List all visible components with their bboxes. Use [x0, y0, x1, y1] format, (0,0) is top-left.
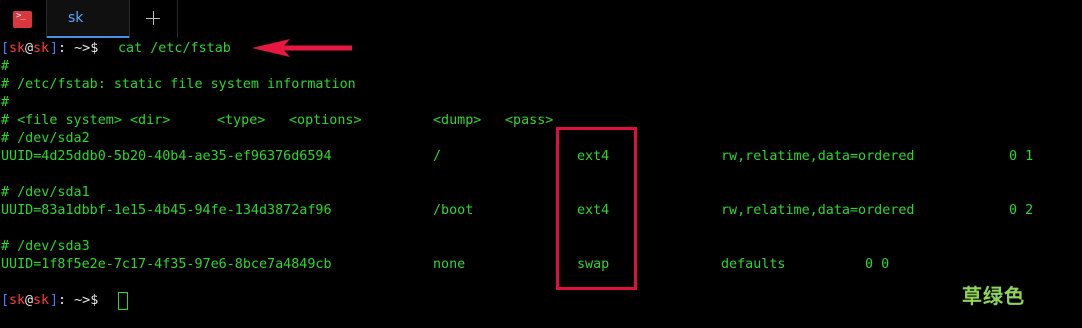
prompt-close-bracket: ] [50, 41, 59, 56]
fstab-comment: # [1, 95, 10, 110]
entry-options: defaults [721, 257, 786, 272]
tab-bar: >_ sk [0, 0, 1082, 38]
fstab-comment: # [1, 59, 10, 74]
entry-dump-pass: 0 2 [1009, 203, 1034, 218]
fstab-entry-comment: # /dev/sda1 [1, 185, 90, 200]
terminal-cursor[interactable] [118, 292, 128, 310]
fstab-column-header: # <file system> <dir> <type> <options> <… [1, 112, 1081, 130]
column-type: <type> [217, 113, 266, 128]
tab-label: sk [68, 10, 84, 26]
prompt-user: sk [9, 41, 26, 56]
arrow-shaft [282, 45, 352, 51]
fstab-entry-comment: # /dev/sda3 [1, 239, 90, 254]
plus-icon-vertical [153, 11, 154, 25]
entry-dir: / [433, 149, 442, 164]
new-tab-button[interactable] [129, 0, 177, 38]
entry-dir: none [433, 257, 466, 272]
column-file-system-dir: # <file system> <dir> [1, 113, 171, 128]
column-dump: <dump> [433, 113, 482, 128]
entry-options: rw,relatime,data=ordered [721, 149, 915, 164]
prompt-suffix: : ~>$ [58, 293, 107, 308]
active-tab-indicator [47, 36, 129, 38]
prompt-line: [ sk @ sk ] : ~>$ [1, 292, 98, 310]
fstab-entry: UUID=83a1dbbf-1e15-4b45-94fe-134d3872af9… [1, 202, 1081, 220]
terminal-app-icon[interactable]: >_ [13, 11, 32, 28]
prompt-open-bracket: [ [1, 41, 10, 56]
watermark-text: 草绿色 [962, 284, 1025, 308]
entry-uuid: UUID=1f8f5e2e-7c17-4f35-97e6-8bce7a4849c… [1, 257, 332, 272]
column-pass: <pass> [505, 113, 554, 128]
prompt-host: sk [33, 293, 50, 308]
tab-divider [177, 0, 178, 38]
column-options: <options> [289, 113, 362, 128]
tab-sk[interactable]: sk [47, 0, 129, 38]
prompt-line: [ sk @ sk ] : ~>$ cat /etc/fstab [1, 40, 231, 58]
entry-dump-pass: 0 0 [865, 257, 890, 272]
fstab-entry: UUID=1f8f5e2e-7c17-4f35-97e6-8bce7a4849c… [1, 256, 1081, 274]
prompt-close-bracket: ] [50, 293, 59, 308]
type-column-highlight-box [556, 127, 637, 290]
prompt-open-bracket: [ [1, 293, 10, 308]
fstab-entry: UUID=4d25ddb0-5b20-40b4-ae35-ef96376d659… [1, 148, 1081, 166]
prompt-suffix: : ~>$ [58, 41, 107, 56]
terminal-output[interactable]: [ sk @ sk ] : ~>$ cat /etc/fstab # # /et… [1, 40, 1081, 328]
terminal-prompt-icon: >_ [16, 11, 26, 21]
red-arrow-annotation [252, 39, 352, 57]
entry-uuid: UUID=4d25ddb0-5b20-40b4-ae35-ef96376d659… [1, 149, 332, 164]
prompt-host: sk [33, 41, 50, 56]
prompt-at: @ [25, 293, 34, 308]
prompt-at: @ [25, 41, 34, 56]
entry-dir: /boot [433, 203, 474, 218]
prompt-user: sk [9, 293, 26, 308]
entry-options: rw,relatime,data=ordered [721, 203, 915, 218]
command-text: cat /etc/fstab [118, 41, 231, 56]
entry-uuid: UUID=83a1dbbf-1e15-4b45-94fe-134d3872af9… [1, 203, 332, 218]
entry-dump-pass: 0 1 [1009, 149, 1034, 164]
fstab-entry-comment: # /dev/sda2 [1, 131, 90, 146]
fstab-header-comment: # /etc/fstab: static file system informa… [1, 77, 356, 92]
